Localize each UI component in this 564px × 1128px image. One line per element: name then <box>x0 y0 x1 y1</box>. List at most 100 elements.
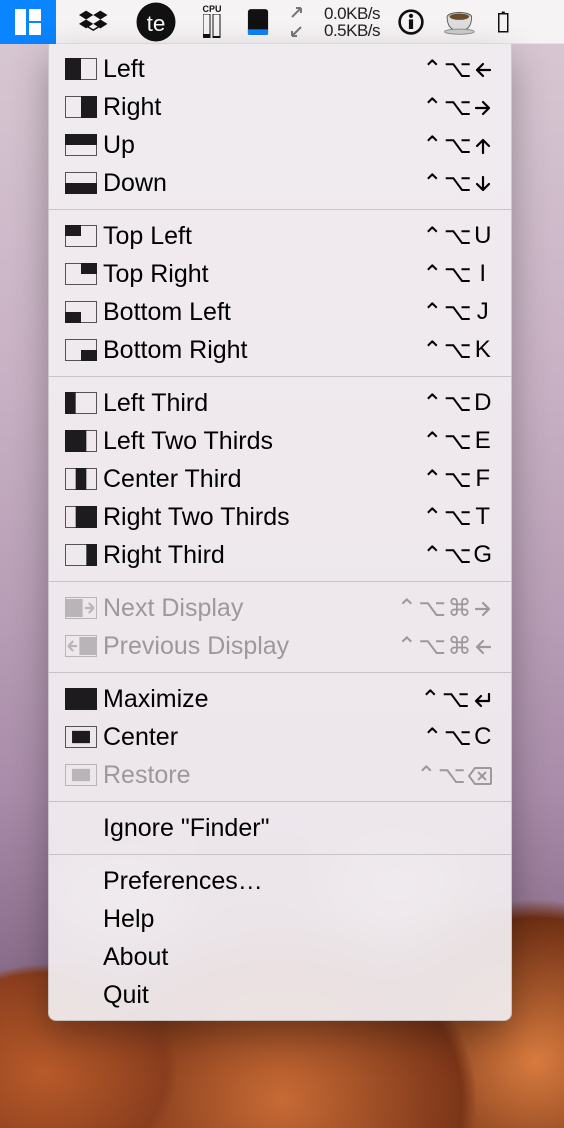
menu-item-right-two-thirds[interactable]: Right Two Thirds ⌃⌥T <box>49 498 511 536</box>
disk-menubar-icon[interactable] <box>244 0 272 44</box>
menu-item-quit[interactable]: Quit <box>49 976 511 1014</box>
shortcut-left-third: ⌃⌥D <box>422 389 493 418</box>
menu-separator <box>49 209 511 210</box>
disk-usage-icon <box>247 8 269 36</box>
menu-item-down[interactable]: Down ⌃⌥ <box>49 164 511 202</box>
menu-label-down: Down <box>103 169 422 198</box>
half-left-icon <box>65 58 103 80</box>
dropbox-icon <box>79 7 109 37</box>
arrows-ne-sw-icon <box>289 7 307 37</box>
battery-icon <box>498 9 510 35</box>
half-right-icon <box>65 96 103 118</box>
menu-item-left-third[interactable]: Left Third ⌃⌥D <box>49 384 511 422</box>
shortcut-bottom-right: ⌃⌥K <box>422 336 493 365</box>
dropbox-menubar-icon[interactable] <box>70 0 118 44</box>
menu-item-bottom-left[interactable]: Bottom Left ⌃⌥J <box>49 293 511 331</box>
menu-label-quit: Quit <box>103 981 493 1010</box>
full-icon <box>65 688 103 710</box>
svg-text:te: te <box>147 11 166 36</box>
menu-separator <box>49 672 511 673</box>
expand-arrows-icon[interactable] <box>286 0 310 44</box>
shortcut-left: ⌃⌥ <box>422 55 493 84</box>
rectangle-menubar-icon[interactable] <box>0 0 56 44</box>
shortcut-restore: ⌃⌥ <box>416 761 493 790</box>
third-c-icon <box>65 468 103 490</box>
menu-label-preferences: Preferences… <box>103 867 493 896</box>
menu-item-left-two-thirds[interactable]: Left Two Thirds ⌃⌥E <box>49 422 511 460</box>
menu-item-right-third[interactable]: Right Third ⌃⌥G <box>49 536 511 574</box>
caffeine-menubar-icon[interactable] <box>442 0 482 44</box>
half-top-icon <box>65 134 103 156</box>
menu-item-top-left[interactable]: Top Left ⌃⌥U <box>49 217 511 255</box>
menu-item-about[interactable]: About <box>49 938 511 976</box>
menu-label-help: Help <box>103 905 493 934</box>
rectangle-dropdown-menu: Left ⌃⌥ Right ⌃⌥ Up ⌃⌥ Down ⌃⌥ Top Left … <box>48 44 512 1021</box>
third-r2-icon <box>65 506 103 528</box>
menu-label-center: Center <box>103 723 422 752</box>
info-menubar-icon[interactable] <box>394 0 428 44</box>
menu-label-center-third: Center Third <box>103 465 422 494</box>
cpu-label: CPU <box>202 5 221 14</box>
rectangle-app-icon <box>13 7 43 37</box>
shortcut-top-right: ⌃⌥I <box>422 260 493 289</box>
disp-next-icon <box>65 597 103 619</box>
disp-prev-icon <box>65 635 103 657</box>
menu-label-maximize: Maximize <box>103 685 420 714</box>
menu-item-help[interactable]: Help <box>49 900 511 938</box>
menu-item-top-right[interactable]: Top Right ⌃⌥I <box>49 255 511 293</box>
shortcut-right: ⌃⌥ <box>422 93 493 122</box>
menu-item-bottom-right[interactable]: Bottom Right ⌃⌥K <box>49 331 511 369</box>
menu-label-right-third: Right Third <box>103 541 422 570</box>
shortcut-top-left: ⌃⌥U <box>422 222 493 251</box>
menu-label-left-two-thirds: Left Two Thirds <box>103 427 422 456</box>
menu-separator <box>49 581 511 582</box>
network-stats[interactable]: 0.0KB/s 0.5KB/s <box>324 5 380 39</box>
menu-label-left-third: Left Third <box>103 389 422 418</box>
shortcut-up: ⌃⌥ <box>422 131 493 160</box>
menu-item-center[interactable]: Center ⌃⌥C <box>49 718 511 756</box>
menu-label-next-display: Next Display <box>103 594 397 623</box>
third-l2-icon <box>65 430 103 452</box>
third-r-icon <box>65 544 103 566</box>
menu-label-left: Left <box>103 55 422 84</box>
menu-label-top-right: Top Right <box>103 260 422 289</box>
te-menubar-icon[interactable]: te <box>132 0 180 44</box>
menu-item-right[interactable]: Right ⌃⌥ <box>49 88 511 126</box>
menu-item-ignore[interactable]: Ignore "Finder" <box>49 809 511 847</box>
cpu-bars-icon <box>203 14 221 38</box>
net-up-value: 0.0KB/s <box>324 5 380 22</box>
menu-label-right: Right <box>103 93 422 122</box>
shortcut-down: ⌃⌥ <box>422 169 493 198</box>
cpu-menubar-indicator[interactable]: CPU <box>194 0 230 44</box>
menu-item-previous-display: Previous Display ⌃⌥⌘ <box>49 627 511 665</box>
menu-separator <box>49 376 511 377</box>
shortcut-right-two-thirds: ⌃⌥T <box>422 503 493 532</box>
shortcut-previous-display: ⌃⌥⌘ <box>397 632 493 661</box>
menu-item-next-display: Next Display ⌃⌥⌘ <box>49 589 511 627</box>
battery-menubar-partial[interactable] <box>496 0 512 44</box>
menu-item-center-third[interactable]: Center Third ⌃⌥F <box>49 460 511 498</box>
menu-separator <box>49 854 511 855</box>
menu-item-up[interactable]: Up ⌃⌥ <box>49 126 511 164</box>
menu-item-preferences[interactable]: Preferences… <box>49 862 511 900</box>
net-down-value: 0.5KB/s <box>324 22 380 39</box>
coffee-cup-icon <box>444 8 480 36</box>
half-bottom-icon <box>65 172 103 194</box>
shortcut-next-display: ⌃⌥⌘ <box>397 594 493 623</box>
menu-separator <box>49 801 511 802</box>
menu-label-bottom-right: Bottom Right <box>103 336 422 365</box>
macos-menubar: te CPU 0.0KB/s 0.5KB/s <box>0 0 564 44</box>
menu-label-right-two-thirds: Right Two Thirds <box>103 503 422 532</box>
shortcut-right-third: ⌃⌥G <box>422 541 493 570</box>
shortcut-maximize: ⌃⌥ <box>420 685 493 714</box>
q-bl-icon <box>65 301 103 323</box>
info-circle-icon <box>397 8 425 36</box>
q-tr-icon <box>65 263 103 285</box>
menu-label-about: About <box>103 943 493 972</box>
third-l-icon <box>65 392 103 414</box>
shortcut-center: ⌃⌥C <box>422 723 493 752</box>
menu-item-left[interactable]: Left ⌃⌥ <box>49 50 511 88</box>
menu-label-bottom-left: Bottom Left <box>103 298 422 327</box>
te-circle-icon: te <box>132 0 180 46</box>
menu-item-maximize[interactable]: Maximize ⌃⌥ <box>49 680 511 718</box>
